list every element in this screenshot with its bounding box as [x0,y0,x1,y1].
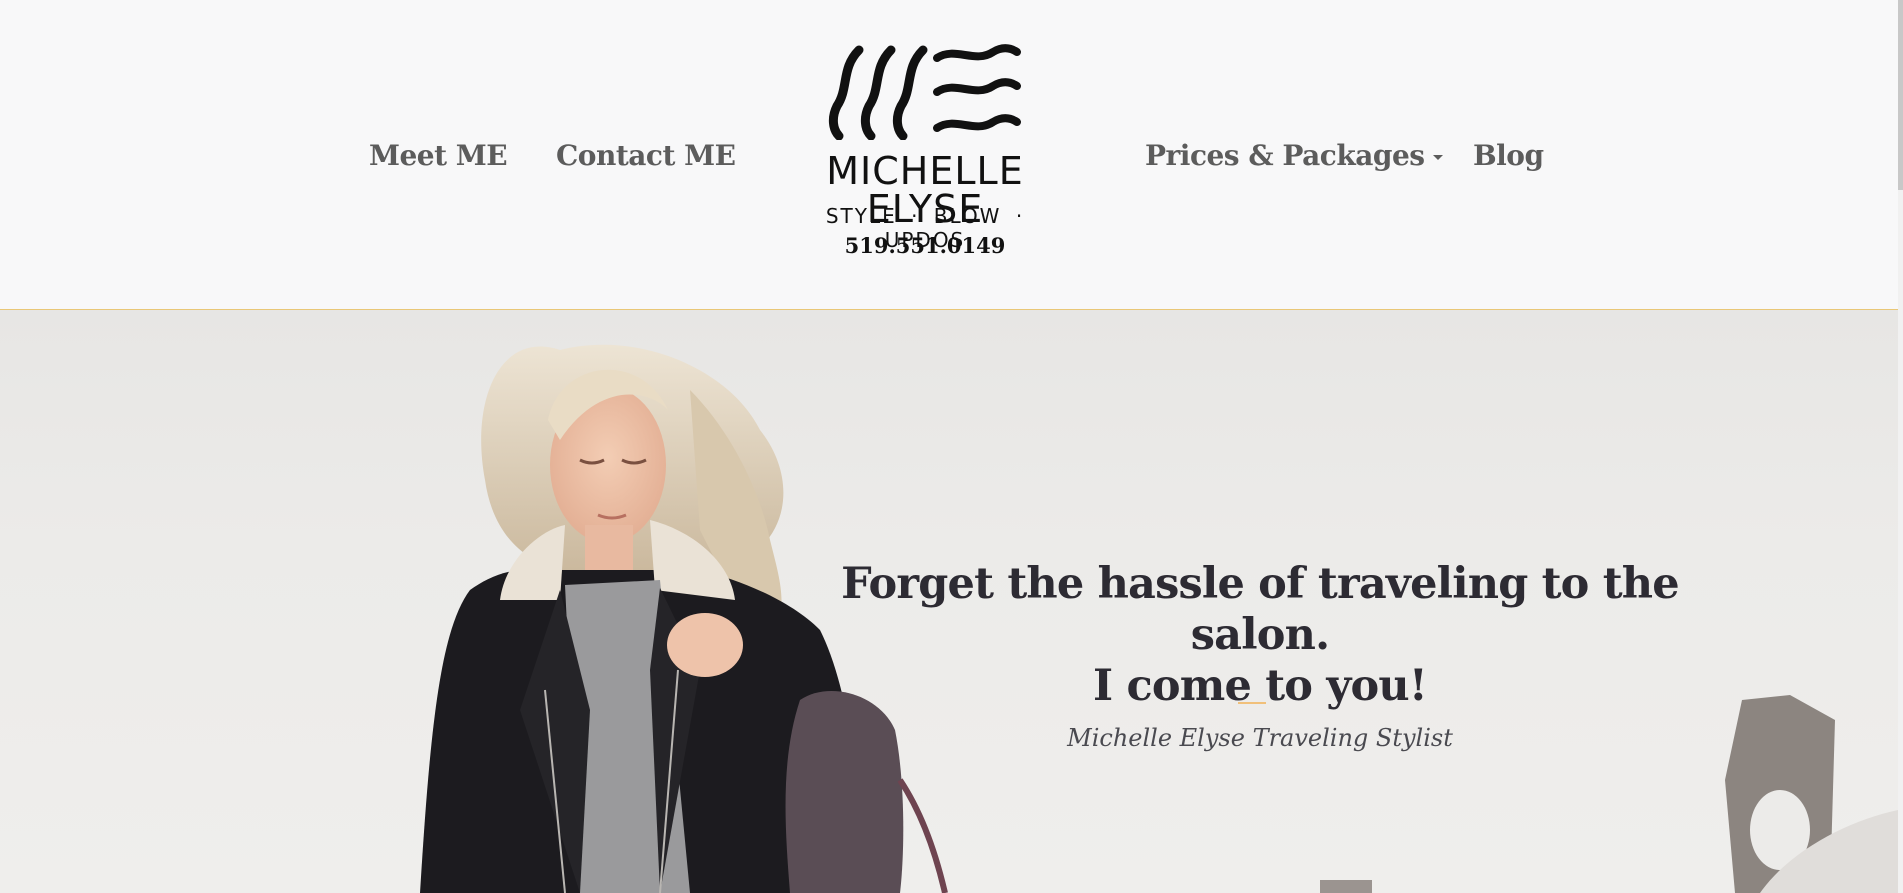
scrollbar-thumb[interactable] [1898,0,1903,190]
hero-heading-line-2: I come to you! [1093,661,1428,711]
hero-divider [1238,702,1266,704]
page-scrollbar[interactable] [1898,0,1903,893]
site-header: Meet ME Contact ME MICHELLE ELYSE STYLE … [0,0,1898,310]
hero-heading: Forget the hassle of traveling to the sa… [820,559,1700,712]
nav-blog[interactable]: Blog [1473,139,1544,172]
nav-prices-label: Prices & Packages [1145,139,1425,172]
hero-subtitle: Michelle Elyse Traveling Stylist [1067,724,1453,752]
phone-number[interactable]: 519.551.0149 [775,233,1075,258]
site-logo[interactable]: MICHELLE ELYSE STYLE · BLOW · UPDOS 519.… [775,44,1075,264]
wave-monogram-icon [828,44,1021,140]
nav-contact-me[interactable]: Contact ME [556,139,736,172]
caret-down-icon [1432,155,1443,160]
hero-heading-line-1: Forget the hassle of traveling to the sa… [841,559,1679,660]
nav-prices-packages[interactable]: Prices & Packages [1145,139,1443,172]
nav-meet-me[interactable]: Meet ME [369,139,508,172]
page: Meet ME Contact ME MICHELLE ELYSE STYLE … [0,0,1903,893]
hero-banner: Forget the hassle of traveling to the sa… [0,310,1898,893]
